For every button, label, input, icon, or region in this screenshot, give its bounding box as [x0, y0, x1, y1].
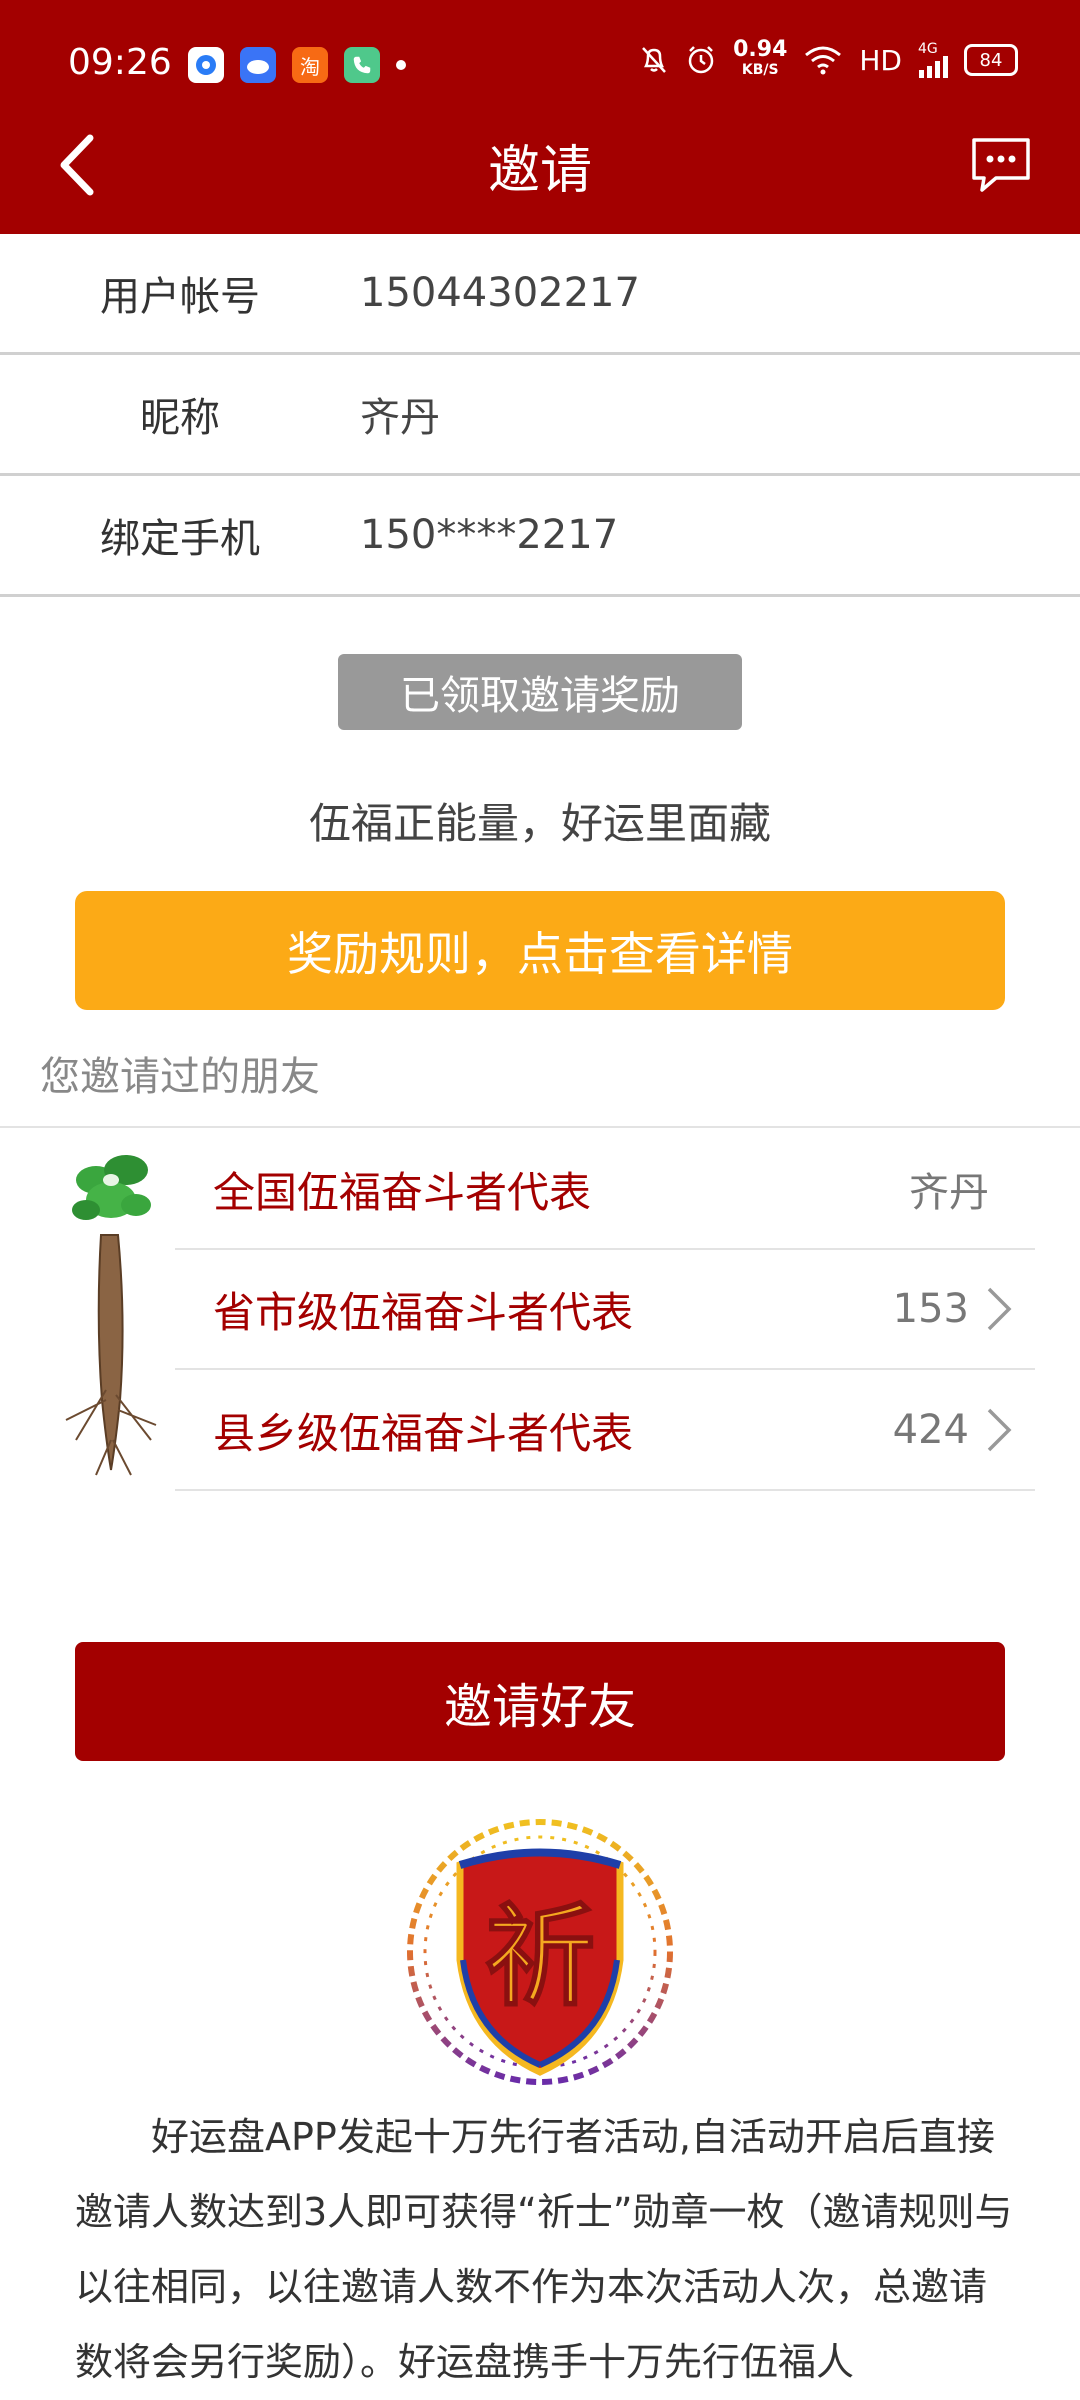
chevron-right-icon — [987, 1408, 1012, 1452]
provincial-representative-label: 省市级伍福奋斗者代表 — [213, 1287, 634, 1337]
status-bar: 09:26 淘 0.94 KB/S HD 4G 84 — [0, 0, 1080, 130]
signal-icon — [919, 56, 948, 78]
notification-icons: 淘 — [188, 47, 406, 83]
account-number-label: 用户帐号 — [100, 274, 260, 320]
invited-friends-title: 您邀请过的朋友 — [40, 1054, 320, 1100]
county-representative-label: 县乡级伍福奋斗者代表 — [213, 1408, 634, 1458]
app-header: 09:26 淘 0.94 KB/S HD 4G 84 邀请 — [0, 0, 1080, 234]
bound-phone-row: 绑定手机 150****2217 — [0, 476, 1080, 597]
national-representative-row: 全国伍福奋斗者代表 齐丹 — [175, 1130, 1035, 1250]
message-icon[interactable] — [970, 136, 1032, 194]
network-type: HD — [859, 43, 902, 77]
taobao-app-icon: 淘 — [292, 47, 328, 83]
county-representative-count: 424 — [892, 1407, 969, 1453]
nickname-value: 齐丹 — [360, 395, 440, 441]
account-number-value: 15044302217 — [360, 270, 640, 316]
activity-description: 好运盘APP发起十万先行者活动,自活动开启后直接邀请人数达到3人即可获得“祈士”… — [75, 2115, 1013, 2384]
page-title: 邀请 — [487, 141, 592, 201]
status-indicators: 0.94 KB/S HD 4G 84 — [639, 37, 1018, 80]
account-number-row: 用户帐号 15044302217 — [0, 234, 1080, 355]
slogan-text: 伍福正能量，好运里面藏 — [308, 799, 771, 848]
chevron-right-icon — [987, 1287, 1012, 1331]
signal-indicator: 4G — [918, 42, 948, 78]
national-representative-label: 全国伍福奋斗者代表 — [213, 1167, 592, 1217]
browser-app-icon — [188, 47, 224, 83]
wifi-icon — [805, 46, 842, 75]
invite-friends-button[interactable]: 邀请好友 — [75, 1642, 1005, 1761]
national-representative-value: 齐丹 — [909, 1170, 989, 1216]
cloud-app-icon — [240, 47, 276, 83]
nickname-row: 昵称 齐丹 — [0, 355, 1080, 476]
claimed-reward-button[interactable]: 已领取邀请奖励 — [338, 654, 742, 730]
battery-icon: 84 — [964, 44, 1018, 76]
provincial-representative-row[interactable]: 省市级伍福奋斗者代表 153 — [175, 1250, 1035, 1370]
more-notifications-dot — [396, 60, 406, 70]
divider — [0, 1126, 1080, 1128]
reward-rules-button[interactable]: 奖励规则，点击查看详情 — [75, 891, 1005, 1010]
net-speed: 0.94 KB/S — [733, 37, 788, 79]
county-representative-row[interactable]: 县乡级伍福奋斗者代表 424 — [175, 1371, 1035, 1491]
phone-app-icon — [344, 47, 380, 83]
alarm-icon — [688, 46, 714, 74]
status-time: 09:26 — [68, 42, 172, 83]
nickname-label: 昵称 — [140, 395, 220, 441]
ginseng-plant-image — [65, 1155, 157, 1476]
emblem-character: 祈 — [485, 1893, 595, 2021]
bound-phone-label: 绑定手机 — [100, 516, 260, 562]
bound-phone-value: 150****2217 — [360, 512, 619, 558]
provincial-representative-count: 153 — [892, 1286, 969, 1332]
emblem-badge-image: 祈 — [407, 1819, 673, 2085]
mute-bell-icon — [642, 47, 667, 73]
